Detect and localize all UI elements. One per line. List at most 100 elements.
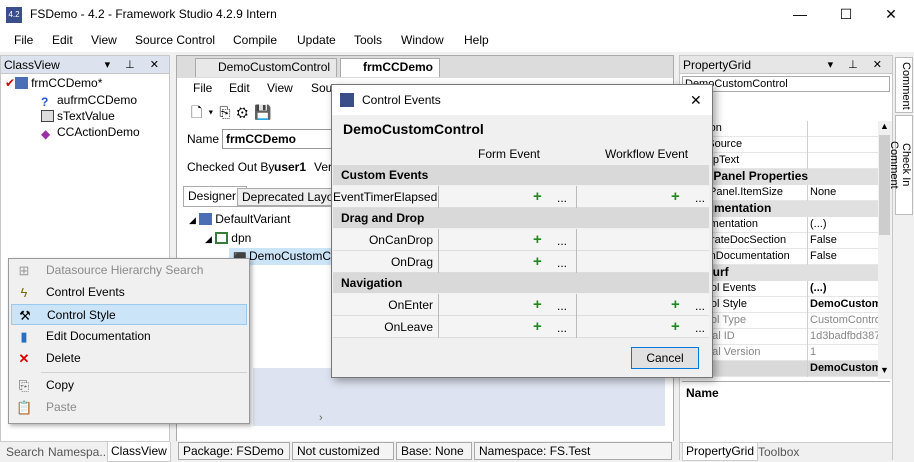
menu-view[interactable]: View xyxy=(91,33,117,47)
propertygrid-title: PropertyGrid xyxy=(683,58,752,72)
scroll-down-icon[interactable]: ▼ xyxy=(880,365,889,375)
property-value[interactable]: None xyxy=(810,186,878,198)
add-handler-icon[interactable]: + xyxy=(533,317,542,337)
menu-window[interactable]: Window xyxy=(401,33,444,47)
window-title: FSDemo - 4.2 - Framework Studio 4.2.9 In… xyxy=(30,7,277,21)
property-separator xyxy=(807,329,808,345)
tree-item-form[interactable]: ✔ frmCCDemo* xyxy=(5,76,102,90)
tab-check-in-comment[interactable]: Check In Comment xyxy=(888,115,913,215)
scroll-right-arrow[interactable]: › xyxy=(319,412,323,424)
event-row: OnEnter +... +... xyxy=(333,294,709,316)
add-handler-icon[interactable]: + xyxy=(533,230,542,250)
menu-item-paste[interactable]: 📋 Paste xyxy=(11,397,247,418)
tree-item-stextvalue[interactable]: sTextValue xyxy=(41,109,115,123)
dialog-title: Control Events xyxy=(362,93,441,107)
menu-bar: File Edit View Source Control Compile Up… xyxy=(0,30,914,52)
doc-menu-file[interactable]: File xyxy=(193,81,212,95)
event-cell-form: +... xyxy=(438,294,576,316)
event-section-header: Navigation xyxy=(333,273,709,293)
menu-compile[interactable]: Compile xyxy=(233,33,277,47)
maximize-button[interactable]: ☐ xyxy=(823,0,869,30)
doc-tab-democustomcontrol[interactable]: DemoCustomControl xyxy=(195,58,338,77)
menu-update[interactable]: Update xyxy=(297,33,336,47)
add-handler-icon[interactable]: + xyxy=(533,187,542,207)
tab-deprecated-layout[interactable]: Deprecated Layout xyxy=(237,188,332,206)
variant-icon xyxy=(199,213,213,225)
designer-tree-dpn[interactable]: ◢ dpn xyxy=(205,231,251,245)
cancel-button[interactable]: Cancel xyxy=(631,347,699,369)
status-customized: Not customized xyxy=(292,442,394,460)
browse-handler-button[interactable]: ... xyxy=(695,188,705,208)
menu-edit[interactable]: Edit xyxy=(52,33,73,47)
version-label: Ver xyxy=(314,160,333,174)
property-value[interactable]: 1d3badfbd387 xyxy=(810,330,878,342)
panel-pin-icon[interactable]: ▾ ⊥ ✕ xyxy=(105,56,165,74)
tab-propertygrid[interactable]: PropertyGrid xyxy=(682,443,759,461)
browse-handler-button[interactable]: ... xyxy=(695,296,705,316)
event-cell-wf: +... xyxy=(576,186,714,208)
add-handler-icon[interactable]: + xyxy=(671,187,680,207)
property-separator xyxy=(807,313,808,329)
menu-item-control-style[interactable]: ⚒ Control Style xyxy=(11,304,247,325)
action-icon: ◆ xyxy=(41,127,51,141)
menu-source-control[interactable]: Source Control xyxy=(135,33,215,47)
menu-item-delete[interactable]: ✕ Delete xyxy=(11,348,247,369)
add-handler-icon[interactable]: + xyxy=(533,252,542,272)
context-menu: ⊞ Datasource Hierarchy Search ϟ Control Ev… xyxy=(8,258,250,424)
menu-item-datasource-hierarchy[interactable]: ⊞ Datasource Hierarchy Search xyxy=(11,260,247,281)
add-handler-icon[interactable]: + xyxy=(671,317,680,337)
menu-item-control-events[interactable]: ϟ Control Events xyxy=(11,282,247,303)
tab-namespace[interactable]: Namespa... xyxy=(48,445,109,459)
menu-file[interactable]: File xyxy=(14,33,33,47)
property-value[interactable]: CustomControl xyxy=(810,314,878,326)
tab-comment[interactable]: Comment xyxy=(895,57,913,113)
tree-item-aufrm[interactable]: ? aufrmCCDemo xyxy=(41,93,137,109)
property-value[interactable]: DemoCustom xyxy=(810,362,878,374)
menu-help[interactable]: Help xyxy=(464,33,489,47)
panel-pin-icon[interactable]: ▾ ⊥ ✕ xyxy=(828,56,888,74)
tab-toolbox[interactable]: Toolbox xyxy=(758,445,799,459)
browse-handler-button[interactable]: ... xyxy=(557,296,567,316)
event-name: EventTimerElapsed xyxy=(333,190,438,204)
menu-item-copy[interactable]: ⎘ Copy xyxy=(11,375,247,396)
hierarchy-icon: ⊞ xyxy=(18,263,30,278)
browse-handler-button[interactable]: ... xyxy=(695,318,705,338)
doc-menu-source[interactable]: Sou xyxy=(311,81,332,95)
minimize-button[interactable]: — xyxy=(777,0,823,30)
property-value[interactable]: (...) xyxy=(810,282,878,294)
property-value[interactable]: False xyxy=(810,250,878,262)
menu-item-edit-documentation[interactable]: ▮ Edit Documentation xyxy=(11,326,247,347)
menu-tools[interactable]: Tools xyxy=(354,33,382,47)
browse-handler-button[interactable]: ... xyxy=(557,188,567,208)
title-bar: 4.2 FSDemo - 4.2 - Framework Studio 4.2.… xyxy=(0,0,914,30)
property-value[interactable]: 1 xyxy=(810,346,878,358)
add-handler-icon[interactable]: + xyxy=(533,295,542,315)
object-selector[interactable]: DemoCustomControl xyxy=(682,76,890,92)
property-value[interactable]: (...) xyxy=(810,218,878,230)
event-cell-wf xyxy=(576,229,714,251)
property-value[interactable]: False xyxy=(810,234,878,246)
tab-classview[interactable]: ClassView xyxy=(107,442,171,462)
doc-menu-edit[interactable]: Edit xyxy=(229,81,250,95)
property-separator xyxy=(807,233,808,249)
browse-handler-button[interactable]: ... xyxy=(557,253,567,273)
tab-search[interactable]: Search xyxy=(6,445,44,459)
property-value[interactable]: DemoCustom xyxy=(810,298,878,310)
dialog-close-icon[interactable]: ✕ xyxy=(690,85,702,115)
left-bottom-tabs: Search Namespa... ClassView xyxy=(0,441,171,462)
doc-tab-frmccdemo[interactable]: frmCCDemo xyxy=(340,58,441,77)
name-input[interactable]: frmCCDemo xyxy=(222,129,332,149)
add-handler-icon[interactable]: + xyxy=(671,295,680,315)
form-icon xyxy=(15,77,29,89)
designer-tree-defaultvariant[interactable]: ◢ DefaultVariant xyxy=(189,212,290,226)
copy-icon: ⎘ xyxy=(18,378,30,393)
close-button[interactable]: ✕ xyxy=(868,0,914,30)
doc-menu-view[interactable]: View xyxy=(267,81,293,95)
doc-toolbar[interactable]: 🗋▾⎘⚙💾 xyxy=(191,102,277,126)
tree-item-ccactiondemo[interactable]: ◆ CCActionDemo xyxy=(41,125,140,141)
dialog-title-bar: Control Events ✕ xyxy=(332,85,712,115)
scroll-up-icon[interactable]: ▲ xyxy=(880,121,889,131)
browse-handler-button[interactable]: ... xyxy=(557,318,567,338)
checked-out-value: user1 xyxy=(274,160,307,174)
browse-handler-button[interactable]: ... xyxy=(557,231,567,251)
